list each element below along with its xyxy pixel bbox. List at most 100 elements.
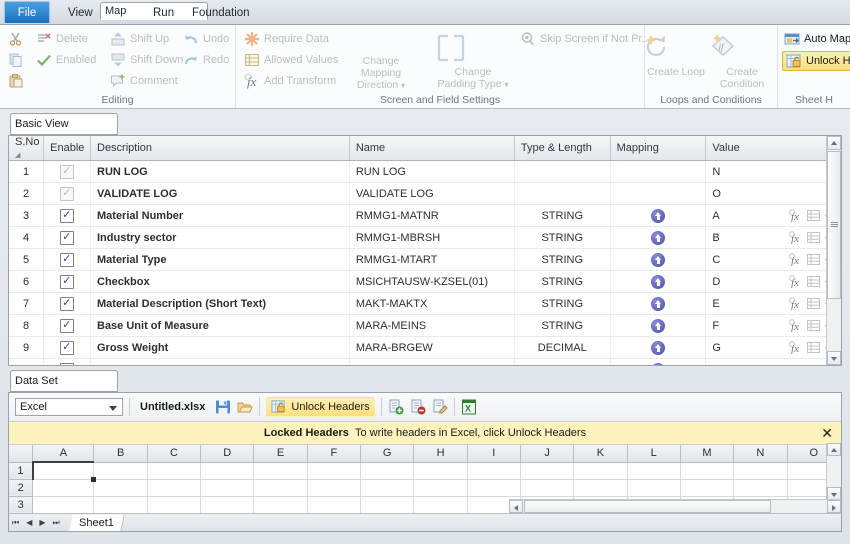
table-vertical-scrollbar[interactable] (826, 136, 841, 365)
ribbon-button-require-data[interactable]: Require Data (244, 31, 329, 47)
cell-enable[interactable]: ✓ (43, 358, 91, 365)
column-header-l[interactable]: L (627, 445, 681, 463)
cell-enable[interactable]: ✓ (43, 292, 91, 315)
cell-i2[interactable] (467, 479, 521, 497)
enable-checkbox[interactable]: ✓ (60, 362, 75, 365)
cell-g3[interactable] (360, 496, 415, 514)
next-sheet-button[interactable]: ▶ (39, 518, 45, 527)
table-row[interactable]: 8 ✓ Base Unit of Measure MARA-MEINS STRI… (9, 314, 841, 337)
cell-enable[interactable]: ✓ (43, 270, 91, 293)
ribbon-tab-file[interactable]: File (4, 1, 50, 23)
allowed-values-icon[interactable] (807, 209, 820, 222)
ribbon-button-auto-map[interactable]: Auto Map (784, 31, 850, 47)
mapping-direction-icon[interactable] (651, 274, 666, 289)
cell-d3[interactable] (200, 496, 255, 514)
ribbon-button-create-condition[interactable]: if Create Condition (707, 33, 777, 90)
cell-value[interactable]: D fx (705, 270, 841, 293)
column-header-i[interactable]: I (467, 445, 521, 463)
cell-b2[interactable] (93, 479, 148, 497)
ribbon-button-copy[interactable] (8, 52, 24, 68)
cell-n2[interactable] (733, 479, 788, 497)
table-row[interactable]: 9 ✓ Gross Weight MARA-BRGEW DECIMAL G fx (9, 336, 841, 359)
ribbon-button-change-padding-type[interactable]: Change Padding Type ▾ (434, 33, 512, 91)
allowed-values-icon[interactable] (807, 275, 820, 288)
sheet-hscroll-thumb[interactable] (524, 500, 771, 513)
cell-value[interactable]: B fx (705, 226, 841, 249)
source-type-select[interactable]: Excel (15, 398, 123, 416)
sheet-scroll-up-button[interactable] (827, 443, 841, 456)
transform-icon[interactable]: fx (789, 209, 802, 222)
cell-a1[interactable] (31, 461, 98, 483)
allowed-values-icon[interactable] (807, 231, 820, 244)
cell-value[interactable]: F fx (705, 314, 841, 337)
excel-export-button[interactable]: X (461, 399, 477, 415)
cell-n1[interactable] (733, 462, 788, 480)
table-row[interactable]: 7 ✓ Material Description (Short Text) MA… (9, 292, 841, 315)
cell-mapping[interactable] (610, 204, 707, 227)
cell-enable[interactable]: ✓ (43, 336, 91, 359)
ribbon-button-delete[interactable]: Delete (36, 31, 88, 47)
ribbon-button-enabled[interactable]: Enabled (36, 52, 96, 68)
prev-sheet-button[interactable]: ◀ (26, 518, 32, 527)
cell-mapping[interactable] (610, 182, 707, 205)
enable-checkbox[interactable]: ✓ (60, 252, 75, 267)
enable-checkbox[interactable]: ✓ (60, 208, 75, 223)
column-header-value[interactable]: Value (705, 136, 841, 161)
cell-h1[interactable] (413, 462, 468, 480)
cell-g1[interactable] (360, 462, 415, 480)
allowed-values-icon[interactable] (807, 341, 820, 354)
column-header-sno[interactable]: S.No ◢ (9, 136, 45, 161)
column-header-enable[interactable]: Enable (43, 136, 91, 161)
table-row[interactable]: 5 ✓ Material Type RMMG1-MTART STRING C f… (9, 248, 841, 271)
cell-b1[interactable] (93, 462, 148, 480)
cell-d2[interactable] (200, 479, 255, 497)
sheet-tab-sheet1[interactable]: Sheet1 (69, 514, 125, 531)
cell-m2[interactable] (680, 479, 735, 497)
cell-enable[interactable]: ✓ (43, 226, 91, 249)
cell-value[interactable]: H (705, 358, 841, 365)
ribbon-tab-view[interactable]: View (56, 2, 105, 24)
ribbon-button-add-transform[interactable]: fx Add Transform (244, 73, 336, 89)
enable-checkbox[interactable]: ✓ (60, 230, 75, 245)
cell-value[interactable]: A fx (705, 204, 841, 227)
column-header-d[interactable]: D (200, 445, 255, 463)
column-header-e[interactable]: E (253, 445, 308, 463)
table-row[interactable]: 10 ✓ Weight Unit MARA-GEWEI STRING H (9, 358, 841, 365)
cell-value[interactable]: C fx (705, 248, 841, 271)
row-header-3[interactable]: 3 (9, 496, 34, 514)
row-header-2[interactable]: 2 (9, 479, 34, 497)
delete-row-button[interactable] (410, 399, 426, 415)
mapping-direction-icon[interactable] (651, 296, 666, 311)
ribbon-button-undo[interactable]: Undo (183, 31, 229, 47)
cell-mapping[interactable] (610, 248, 707, 271)
tab-basic-view[interactable]: Basic View (10, 113, 118, 135)
ribbon-button-comment[interactable]: Comment (110, 73, 178, 89)
mapping-direction-icon[interactable] (651, 340, 666, 355)
select-all-corner[interactable] (9, 445, 34, 463)
cell-mapping[interactable] (610, 292, 707, 315)
cell-e3[interactable] (253, 496, 308, 514)
cell-c1[interactable] (147, 462, 202, 480)
cell-e2[interactable] (253, 479, 308, 497)
cell-e1[interactable] (253, 462, 308, 480)
scrollbar-thumb[interactable] (827, 151, 841, 299)
ribbon-button-cut[interactable] (8, 31, 24, 47)
transform-icon[interactable]: fx (789, 319, 802, 332)
cell-h3[interactable] (413, 496, 468, 514)
save-button[interactable] (215, 399, 231, 415)
cell-k1[interactable] (573, 462, 628, 480)
cell-k2[interactable] (573, 479, 628, 497)
cell-i1[interactable] (467, 462, 521, 480)
column-header-name[interactable]: Name (349, 136, 515, 161)
enable-checkbox[interactable]: ✓ (60, 296, 75, 311)
transform-icon[interactable]: fx (789, 275, 802, 288)
mapping-direction-icon[interactable] (651, 252, 666, 267)
allowed-values-icon[interactable] (807, 297, 820, 310)
cell-mapping[interactable] (610, 226, 707, 249)
ribbon-button-paste[interactable] (8, 73, 24, 89)
cell-mapping[interactable] (610, 336, 707, 359)
cell-j2[interactable] (520, 479, 575, 497)
mapping-direction-icon[interactable] (651, 318, 666, 333)
cell-d1[interactable] (200, 462, 255, 480)
ribbon-button-shift-up[interactable]: Shift Up (110, 31, 169, 47)
